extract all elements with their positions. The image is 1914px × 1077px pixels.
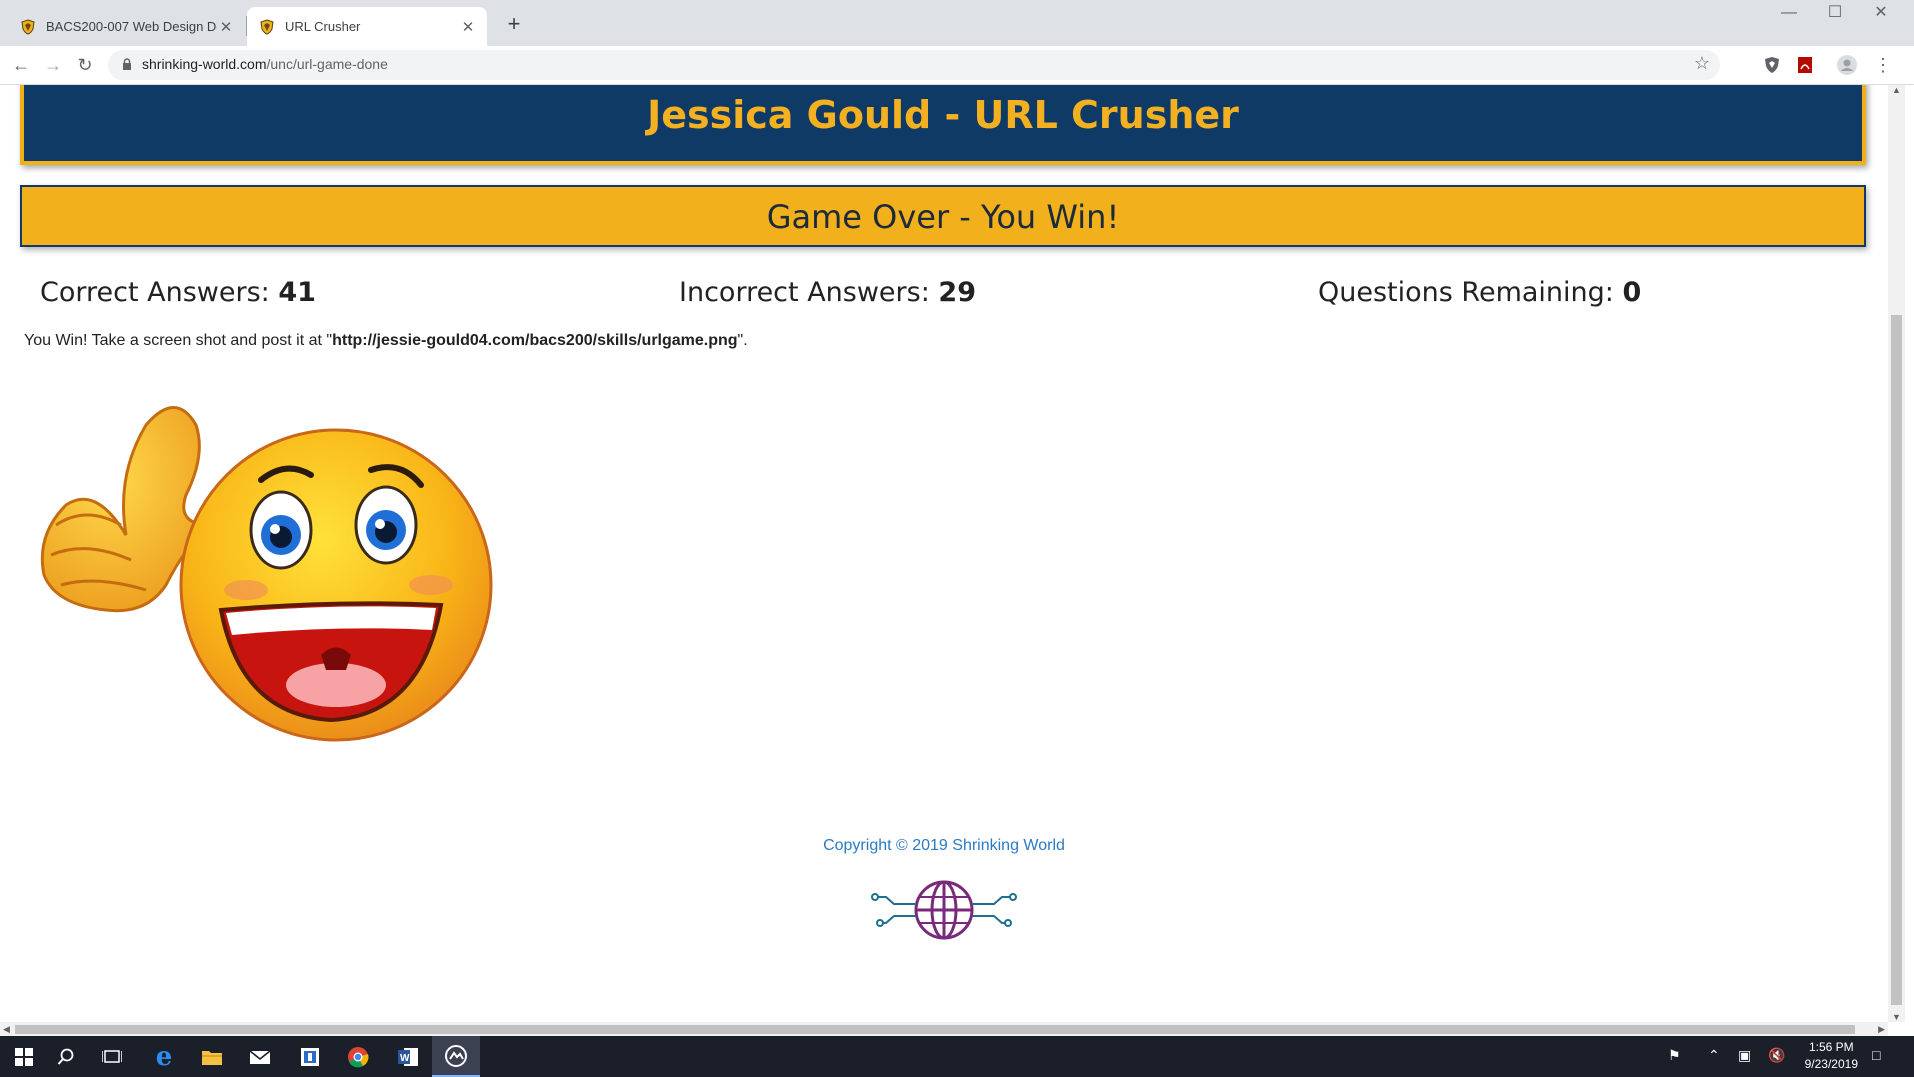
svg-text:W: W xyxy=(400,1053,410,1064)
browser-tab-url-crusher[interactable]: URL Crusher ✕ xyxy=(247,7,487,46)
search-icon[interactable] xyxy=(42,1036,90,1077)
network-icon[interactable]: ▣ xyxy=(1738,1047,1751,1064)
scroll-down-arrow-icon[interactable]: ▼ xyxy=(1888,1012,1905,1022)
page-viewport: Jessica Gould - URL Crusher Game Over - … xyxy=(0,85,1888,1022)
clock-time: 1:56 PM xyxy=(1808,1040,1854,1054)
windows-taskbar: e W ⚑ ⌃ ▣ 🔇 1:56 PM 9/23/2019 □ xyxy=(0,1036,1914,1077)
horizontal-scrollbar[interactable]: ◀ ▶ xyxy=(0,1022,1888,1036)
page-title: Jessica Gould - URL Crusher xyxy=(647,93,1239,137)
forward-arrow-icon[interactable]: → xyxy=(40,52,66,78)
win-message-suffix: ". xyxy=(737,332,748,349)
win-message-prefix: You Win! Take a screen shot and post it … xyxy=(24,332,333,349)
globe-circuit-logo-icon xyxy=(871,880,1017,940)
correct-answers-stat: Correct Answers: 41 xyxy=(40,277,316,308)
mail-icon[interactable] xyxy=(236,1036,284,1077)
minimize-icon[interactable]: — xyxy=(1766,0,1812,28)
browser-tab-bacs200[interactable]: BACS200-007 Web Design Dev S ✕ xyxy=(0,7,245,46)
volume-muted-icon[interactable]: 🔇 xyxy=(1768,1047,1785,1064)
shield-favicon-icon xyxy=(21,18,35,35)
browser-toolbar: ← → ↻ shrinking-world.com/unc/url-game-d… xyxy=(0,46,1914,85)
close-tab-icon[interactable]: ✕ xyxy=(459,18,477,36)
shield-extension-icon[interactable] xyxy=(1760,53,1784,77)
show-hidden-icons-icon[interactable]: ⌃ xyxy=(1708,1047,1720,1064)
copyright-link[interactable]: Copyright © 2019 Shrinking World xyxy=(0,837,1888,855)
close-tab-icon[interactable]: ✕ xyxy=(217,18,235,36)
address-bar[interactable]: shrinking-world.com/unc/url-game-done ☆ xyxy=(108,50,1720,80)
incorrect-answers-stat: Incorrect Answers: 29 xyxy=(679,277,976,308)
win-message: You Win! Take a screen shot and post it … xyxy=(24,332,748,350)
vertical-scroll-thumb[interactable] xyxy=(1891,315,1902,1005)
stat-value: 0 xyxy=(1622,277,1642,308)
notepad-app-icon[interactable] xyxy=(286,1036,334,1077)
clock-date: 9/23/2019 xyxy=(1804,1057,1858,1071)
questions-remaining-stat: Questions Remaining: 0 xyxy=(1318,277,1641,308)
stat-label: Incorrect Answers: xyxy=(679,277,930,308)
pdf-extension-icon[interactable] xyxy=(1793,53,1817,77)
action-center-icon[interactable]: □ xyxy=(1872,1047,1880,1063)
chrome-app-icon[interactable] xyxy=(334,1036,382,1077)
start-windows-icon[interactable] xyxy=(0,1036,48,1077)
edge-browser-icon[interactable]: e xyxy=(140,1036,188,1077)
bookmark-star-icon[interactable]: ☆ xyxy=(1694,53,1710,74)
people-icon[interactable]: ⚑ xyxy=(1668,1047,1681,1064)
snipping-tool-app-icon[interactable] xyxy=(432,1036,480,1077)
reload-icon[interactable]: ↻ xyxy=(72,52,98,78)
stat-value: 41 xyxy=(278,277,316,308)
back-arrow-icon[interactable]: ← xyxy=(8,52,34,78)
task-view-icon[interactable] xyxy=(88,1036,136,1077)
tab-title: BACS200-007 Web Design Dev S xyxy=(46,19,217,34)
url-text[interactable]: shrinking-world.com/unc/url-game-done xyxy=(142,56,388,72)
maximize-icon[interactable]: ☐ xyxy=(1812,0,1858,28)
stat-label: Correct Answers: xyxy=(40,277,270,308)
browser-menu-icon[interactable]: ⋮ xyxy=(1870,52,1896,78)
horizontal-scroll-thumb[interactable] xyxy=(15,1025,1855,1034)
profile-avatar-icon[interactable] xyxy=(1835,53,1859,77)
page-header-banner: Jessica Gould - URL Crusher xyxy=(20,85,1866,165)
game-over-banner: Game Over - You Win! xyxy=(20,185,1866,247)
close-window-icon[interactable]: ✕ xyxy=(1858,0,1904,28)
game-status-title: Game Over - You Win! xyxy=(766,198,1120,236)
stat-value: 29 xyxy=(938,277,976,308)
thumbs-up-smiley-image xyxy=(40,406,493,742)
tab-strip: BACS200-007 Web Design Dev S ✕ URL Crush… xyxy=(0,0,1914,46)
taskbar-clock[interactable]: 1:56 PM 9/23/2019 xyxy=(1805,1039,1858,1073)
url-host: shrinking-world.com xyxy=(142,56,267,72)
url-path: /unc/url-game-done xyxy=(266,56,388,72)
scroll-right-arrow-icon[interactable]: ▶ xyxy=(1878,1022,1885,1036)
tab-title: URL Crusher xyxy=(285,19,361,34)
new-tab-button[interactable]: + xyxy=(500,10,528,38)
scroll-left-arrow-icon[interactable]: ◀ xyxy=(3,1022,10,1036)
file-explorer-icon[interactable] xyxy=(188,1036,236,1077)
stat-label: Questions Remaining: xyxy=(1318,277,1614,308)
scroll-up-arrow-icon[interactable]: ▲ xyxy=(1888,85,1905,95)
shield-favicon-icon xyxy=(260,18,274,35)
win-message-url: http://jessie-gould04.com/bacs200/skills… xyxy=(332,332,738,349)
vertical-scrollbar[interactable]: ▲ ▼ xyxy=(1888,85,1905,1022)
word-app-icon[interactable]: W xyxy=(384,1036,432,1077)
lock-icon xyxy=(123,58,131,70)
